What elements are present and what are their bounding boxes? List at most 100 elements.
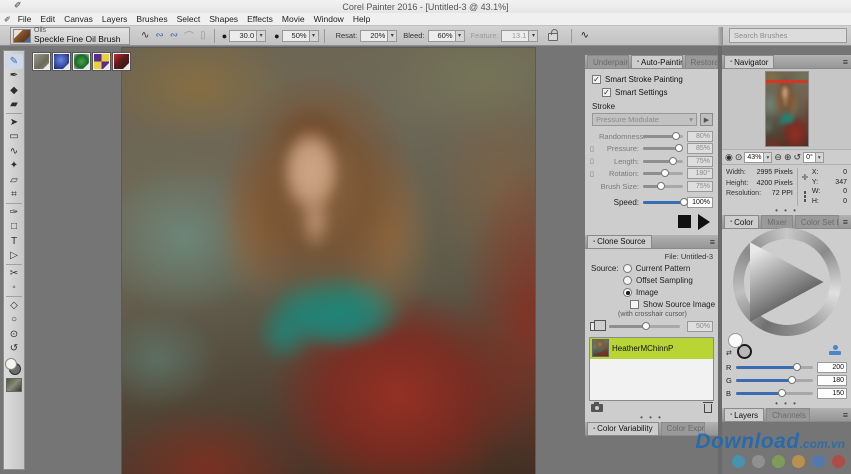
chevron-down-icon[interactable]: ▾: [256, 31, 265, 41]
shape-select-tool[interactable]: ▷: [5, 249, 23, 264]
nozzle-chip[interactable]: [113, 53, 130, 70]
magnifier-icon[interactable]: ⊙: [735, 152, 743, 163]
tab-layers[interactable]: ▪Layers: [724, 408, 764, 421]
navigator-thumbnail[interactable]: [765, 71, 809, 147]
chevron-down-icon[interactable]: ▾: [763, 153, 771, 162]
advanced-brush-icon[interactable]: ∿: [577, 30, 591, 41]
freehand-stroke-icon[interactable]: ∾: [152, 30, 166, 41]
show-source-row[interactable]: ✓ Show Source Image: [585, 299, 718, 311]
current-pattern-radio[interactable]: [623, 264, 632, 273]
convert-point-tool[interactable]: ◇: [5, 298, 23, 313]
source-opacity-slider[interactable]: [609, 325, 680, 328]
slider-thumb[interactable]: [642, 322, 650, 330]
magnifier-tool[interactable]: ⊙: [5, 327, 23, 342]
tab-color-expression[interactable]: Color Express: [661, 422, 705, 435]
zoom-level-field[interactable]: 43%▾: [744, 152, 772, 163]
pressure-slider[interactable]: [643, 147, 683, 150]
smart-settings-row[interactable]: ✓ Smart Settings: [585, 86, 718, 99]
expression-icon[interactable]: ▯: [590, 170, 599, 178]
source-image-row[interactable]: Image: [585, 287, 718, 299]
brush-size-slider[interactable]: [643, 185, 683, 188]
opacity-spinner[interactable]: 50% ▾: [282, 30, 319, 42]
menu-window[interactable]: Window: [310, 14, 348, 24]
panel-menu-icon[interactable]: ≡: [843, 410, 848, 420]
chevron-down-icon[interactable]: ▾: [815, 153, 823, 162]
panel-resize-grip[interactable]: • • •: [585, 415, 718, 422]
pattern-chip[interactable]: [73, 53, 90, 70]
dropper-tool[interactable]: ✒: [5, 69, 23, 84]
panel-resize-grip[interactable]: • • •: [722, 208, 851, 215]
primary-color-swatch[interactable]: [5, 358, 17, 370]
straight-stroke-icon[interactable]: ∾: [167, 30, 181, 41]
tab-restoration[interactable]: Restora: [685, 55, 718, 68]
tab-color-variability[interactable]: ▪Color Variability: [587, 422, 659, 435]
tab-mixer[interactable]: Mixer: [761, 215, 793, 228]
layer-adjuster-tool[interactable]: ➤: [5, 115, 23, 130]
tab-auto-painting[interactable]: ▪Auto-Painting: [631, 55, 683, 68]
blue-slider[interactable]: [736, 392, 813, 395]
menu-canvas[interactable]: Canvas: [60, 14, 97, 24]
source-current-pattern-row[interactable]: Source: Current Pattern: [585, 263, 718, 275]
menu-file[interactable]: File: [14, 14, 36, 24]
scissors-tool[interactable]: ✂: [5, 266, 23, 281]
slider-thumb[interactable]: [657, 182, 665, 190]
menu-brushes[interactable]: Brushes: [132, 14, 171, 24]
smart-stroke-checkbox[interactable]: ✓: [592, 75, 601, 84]
grabber-tool[interactable]: ○: [5, 313, 23, 328]
tab-underpainting[interactable]: Underpaint: [587, 55, 629, 68]
offset-sampling-radio[interactable]: [623, 276, 632, 285]
transform-tool[interactable]: ▱: [5, 173, 23, 188]
show-source-checkbox[interactable]: ✓: [630, 300, 639, 309]
eraser-tool[interactable]: ▰: [5, 98, 23, 113]
slider-thumb[interactable]: [680, 198, 688, 206]
slider-thumb[interactable]: [788, 376, 796, 384]
chevron-down-icon[interactable]: ▾: [309, 31, 318, 41]
brush-size-value[interactable]: 30.0: [230, 31, 256, 40]
speed-slider[interactable]: [643, 201, 683, 204]
flow-map-chip[interactable]: [53, 53, 70, 70]
expression-icon[interactable]: ▯: [590, 145, 599, 153]
rect-select-tool[interactable]: ▭: [5, 130, 23, 145]
search-brushes-input[interactable]: [729, 28, 847, 43]
slider-thumb[interactable]: [793, 363, 801, 371]
open-source-image-icon[interactable]: [591, 404, 603, 412]
paint-bucket-tool[interactable]: ◆: [5, 83, 23, 98]
panel-menu-icon[interactable]: ≡: [843, 217, 848, 227]
tab-clone-source[interactable]: ▪Clone Source: [587, 235, 652, 248]
menu-layers[interactable]: Layers: [98, 14, 132, 24]
rotate-page-tool[interactable]: ↺: [5, 342, 23, 357]
smart-stroke-painting-row[interactable]: ✓ Smart Stroke Painting: [585, 73, 718, 86]
reset-rotation-icon[interactable]: ↺: [794, 152, 802, 163]
panel-menu-icon[interactable]: ≡: [843, 57, 848, 67]
toolbar-splitter[interactable]: [718, 27, 723, 45]
smart-settings-checkbox[interactable]: ✓: [602, 88, 611, 97]
stroke-preview-icon[interactable]: ∿: [138, 30, 152, 41]
source-layers-icon[interactable]: [590, 322, 600, 331]
paper-chip[interactable]: [33, 53, 50, 70]
resat-spinner[interactable]: 20% ▾: [360, 30, 397, 42]
crop-tool[interactable]: ⌗: [5, 188, 23, 203]
slider-thumb[interactable]: [778, 389, 786, 397]
text-tool[interactable]: T: [5, 234, 23, 249]
tab-channels[interactable]: Channels: [766, 408, 810, 421]
red-slider[interactable]: [736, 366, 813, 369]
rect-shape-tool[interactable]: □: [5, 220, 23, 235]
menu-select[interactable]: Select: [173, 14, 205, 24]
menu-effects[interactable]: Effects: [243, 14, 277, 24]
tab-color[interactable]: ▪Color: [724, 215, 759, 228]
stroke-preset-dropdown[interactable]: Pressure Modulate ▾: [592, 113, 697, 126]
randomness-slider[interactable]: [643, 135, 683, 138]
clone-option-icon[interactable]: ▯: [197, 30, 209, 41]
clone-color-stamp-icon[interactable]: [829, 345, 841, 357]
main-color-swatch[interactable]: [728, 333, 743, 348]
r-value[interactable]: 200: [817, 362, 847, 373]
brush-size-spinner[interactable]: 30.0 ▾: [229, 30, 266, 42]
length-slider[interactable]: [643, 160, 683, 163]
color-swatches[interactable]: [5, 358, 23, 376]
menu-movie[interactable]: Movie: [278, 14, 309, 24]
chevron-down-icon[interactable]: ▾: [455, 31, 464, 41]
magic-wand-tool[interactable]: ✦: [5, 159, 23, 174]
zoom-tool-icon[interactable]: ◉: [725, 152, 733, 163]
rotation-field[interactable]: 0°▾: [803, 152, 824, 163]
resat-value[interactable]: 20%: [361, 31, 387, 40]
